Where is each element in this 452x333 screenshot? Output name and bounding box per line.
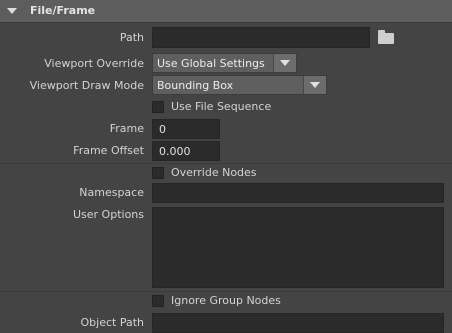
viewport-override-value: Use Global Settings [157, 57, 265, 70]
ignore-group-nodes-label: Ignore Group Nodes [171, 294, 281, 307]
viewport-override-dropdown[interactable]: Use Global Settings [152, 53, 297, 73]
frame-offset-input[interactable]: 0.000 [152, 141, 220, 161]
frame-label: Frame [109, 122, 144, 135]
viewport-draw-mode-dropdown[interactable]: Bounding Box [152, 75, 327, 95]
path-label: Path [119, 31, 144, 44]
chevron-down-icon[interactable] [303, 76, 326, 94]
section-header-file-frame[interactable]: File/Frame [0, 0, 452, 23]
frame-input[interactable]: 0 [152, 119, 220, 139]
viewport-draw-mode-value: Bounding Box [157, 79, 234, 92]
override-nodes-label: Override Nodes [171, 166, 257, 179]
viewport-override-label: Viewport Override [44, 57, 144, 70]
user-options-textarea[interactable] [152, 207, 444, 288]
folder-icon[interactable] [378, 30, 394, 44]
override-nodes-checkbox[interactable] [152, 167, 164, 179]
divider [0, 291, 452, 292]
use-file-sequence-checkbox[interactable] [152, 101, 164, 113]
namespace-input[interactable] [152, 183, 444, 203]
viewport-draw-mode-label: Viewport Draw Mode [29, 79, 144, 92]
divider [0, 163, 452, 164]
chevron-down-icon[interactable] [273, 54, 296, 72]
user-options-label: User Options [72, 208, 144, 221]
frame-offset-label: Frame Offset [73, 144, 144, 157]
object-path-label: Object Path [80, 316, 145, 329]
namespace-label: Namespace [79, 186, 144, 199]
use-file-sequence-label: Use File Sequence [171, 100, 272, 113]
ignore-group-nodes-checkbox[interactable] [152, 295, 164, 307]
section-title: File/Frame [30, 4, 96, 17]
path-input[interactable] [152, 27, 370, 48]
object-path-input[interactable] [152, 313, 444, 333]
collapse-triangle-icon[interactable] [7, 8, 17, 14]
